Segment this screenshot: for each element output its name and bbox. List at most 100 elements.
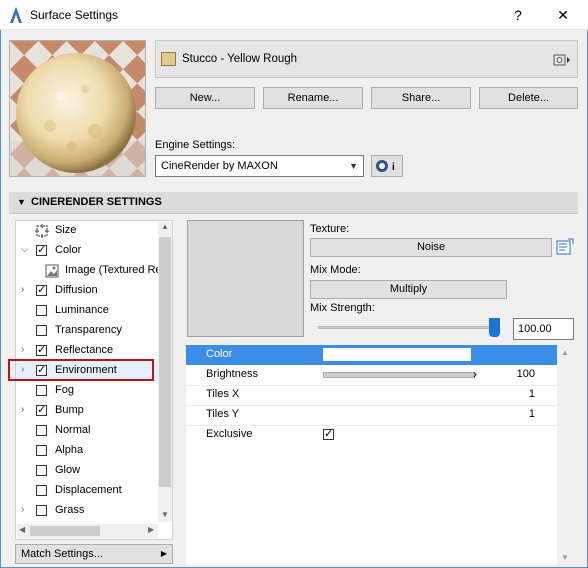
tree-label: Transparency bbox=[55, 324, 122, 336]
tree-label: Glow bbox=[55, 464, 81, 476]
new-button[interactable]: New... bbox=[155, 87, 255, 109]
property-row-tiles-y[interactable]: Tiles Y 1 bbox=[186, 405, 557, 426]
checkbox-bump[interactable] bbox=[36, 403, 47, 416]
property-row-brightness[interactable]: Brightness › 100 bbox=[186, 365, 557, 386]
tree-label: Bump bbox=[55, 404, 84, 416]
tree-label: Alpha bbox=[55, 444, 84, 456]
property-name: Exclusive bbox=[206, 428, 253, 440]
tree-row-reflectance[interactable]: › Reflectance bbox=[16, 341, 166, 361]
tree-row-normal[interactable]: Normal bbox=[16, 421, 166, 441]
material-swatch bbox=[161, 52, 176, 66]
tree-row-alpha[interactable]: Alpha bbox=[16, 441, 166, 461]
material-name: Stucco - Yellow Rough bbox=[182, 53, 298, 65]
mix-strength-input[interactable]: 100.00 bbox=[513, 318, 574, 340]
property-row-color[interactable]: Color bbox=[186, 345, 557, 365]
chevron-right-icon[interactable]: › bbox=[21, 344, 24, 355]
tree-row-diffusion[interactable]: › Diffusion bbox=[16, 281, 166, 301]
mix-strength-slider-thumb[interactable] bbox=[489, 318, 500, 337]
chevron-down-icon: ▼ bbox=[349, 161, 358, 171]
chevron-right-icon[interactable]: › bbox=[21, 504, 24, 515]
texture-preview bbox=[187, 220, 304, 337]
checkbox-normal[interactable] bbox=[36, 425, 47, 436]
checkbox-alpha[interactable] bbox=[36, 445, 47, 456]
tree-row-image[interactable]: Image (Textured Re bbox=[16, 261, 166, 281]
share-button[interactable]: Share... bbox=[371, 87, 471, 109]
property-row-tiles-x[interactable]: Tiles X 1 bbox=[186, 385, 557, 406]
scroll-down-icon[interactable]: ▼ bbox=[561, 553, 569, 562]
property-value[interactable]: 100 bbox=[517, 368, 535, 380]
section-title: CINERENDER SETTINGS bbox=[31, 196, 162, 208]
chevron-right-icon: ▶ bbox=[160, 549, 167, 558]
help-button[interactable]: ? bbox=[500, 0, 536, 30]
cinerender-info-icon: i bbox=[376, 160, 395, 173]
tree-label: Luminance bbox=[55, 304, 109, 316]
engine-settings-label: Engine Settings: bbox=[155, 139, 236, 151]
material-preview bbox=[9, 40, 146, 177]
scroll-right-icon[interactable]: ▶ bbox=[148, 525, 154, 534]
chevron-right-icon[interactable]: › bbox=[21, 284, 24, 295]
tree-row-grass[interactable]: › Grass bbox=[16, 501, 166, 521]
tree-row-fog[interactable]: Fog bbox=[16, 381, 166, 401]
close-button[interactable]: ✕ bbox=[545, 0, 581, 30]
rename-button[interactable]: Rename... bbox=[263, 87, 363, 109]
texture-select-button[interactable]: Noise bbox=[310, 238, 552, 257]
tree-row-glow[interactable]: Glow bbox=[16, 461, 166, 481]
match-settings-label: Match Settings... bbox=[21, 548, 103, 560]
engine-select-value: CineRender by MAXON bbox=[161, 160, 278, 172]
collapse-triangle-icon[interactable]: ▼ bbox=[17, 197, 26, 207]
chevron-right-icon[interactable]: › bbox=[21, 404, 24, 415]
engine-select[interactable]: CineRender by MAXON ▼ bbox=[155, 155, 364, 177]
mix-mode-select[interactable]: Multiply bbox=[310, 280, 507, 299]
checkbox-glow[interactable] bbox=[36, 465, 47, 476]
property-value[interactable]: 1 bbox=[529, 388, 535, 400]
property-value[interactable]: 1 bbox=[529, 408, 535, 420]
texture-label: Texture: bbox=[310, 223, 350, 235]
property-scrollbar[interactable] bbox=[557, 345, 574, 565]
tree-label: Reflectance bbox=[55, 344, 114, 356]
scroll-up-icon[interactable]: ▲ bbox=[561, 348, 569, 357]
checkbox-displacement[interactable] bbox=[36, 485, 47, 496]
match-settings-button[interactable]: Match Settings... ▶ bbox=[15, 544, 173, 564]
checkbox-luminance[interactable] bbox=[36, 305, 47, 316]
preview-sphere-image bbox=[10, 41, 145, 176]
archicad-app-icon bbox=[10, 7, 22, 23]
checkbox-transparency[interactable] bbox=[36, 325, 47, 336]
tree-scrollbar-thumb[interactable] bbox=[159, 237, 171, 487]
property-name: Brightness bbox=[206, 368, 258, 380]
chevron-down-icon[interactable]: ⌵ bbox=[21, 244, 29, 255]
mix-strength-label: Mix Strength: bbox=[310, 302, 375, 314]
property-name: Color bbox=[206, 348, 233, 360]
tree-hscrollbar-thumb[interactable] bbox=[30, 526, 100, 536]
brightness-slider[interactable] bbox=[323, 372, 475, 378]
material-menu-icon[interactable] bbox=[553, 53, 571, 67]
info-glyph: i bbox=[392, 162, 395, 173]
scroll-down-icon[interactable]: ▼ bbox=[161, 510, 169, 519]
checkbox-grass[interactable] bbox=[36, 505, 47, 516]
tree-label: Color bbox=[55, 244, 82, 256]
tree-row-displacement[interactable]: Displacement bbox=[16, 481, 166, 501]
brightness-slider-thumb[interactable]: › bbox=[473, 367, 477, 381]
delete-button[interactable]: Delete... bbox=[479, 87, 578, 109]
scroll-left-icon[interactable]: ◀ bbox=[19, 525, 25, 534]
checkbox-reflectance[interactable] bbox=[36, 343, 47, 356]
property-row-exclusive[interactable]: Exclusive ✓ bbox=[186, 425, 557, 445]
checkbox-fog[interactable] bbox=[36, 385, 47, 396]
checkbox-diffusion[interactable] bbox=[36, 283, 47, 296]
mix-strength-slider[interactable] bbox=[318, 326, 498, 329]
tree-label: Fog bbox=[55, 384, 74, 396]
tree-row-bump[interactable]: › Bump bbox=[16, 401, 166, 421]
tree-row-transparency[interactable]: Transparency bbox=[16, 321, 166, 341]
color-swatch-white[interactable] bbox=[323, 348, 471, 361]
image-icon bbox=[45, 264, 59, 278]
scroll-up-icon[interactable]: ▲ bbox=[161, 222, 169, 231]
tree-row-size[interactable]: Size bbox=[16, 221, 166, 241]
checkbox-color[interactable] bbox=[36, 243, 47, 256]
tree-label: Displacement bbox=[55, 484, 122, 496]
tree-row-luminance[interactable]: Luminance bbox=[16, 301, 166, 321]
texture-options-icon[interactable] bbox=[556, 238, 574, 256]
property-list: Color Brightness › 100 Tiles X 1 Tiles Y… bbox=[186, 345, 557, 565]
exclusive-checkbox[interactable]: ✓ bbox=[323, 429, 334, 440]
tree-row-color[interactable]: ⌵ Color bbox=[16, 241, 166, 261]
engine-info-button[interactable]: i bbox=[371, 155, 403, 177]
tree-label: Image (Textured Re bbox=[65, 264, 162, 276]
